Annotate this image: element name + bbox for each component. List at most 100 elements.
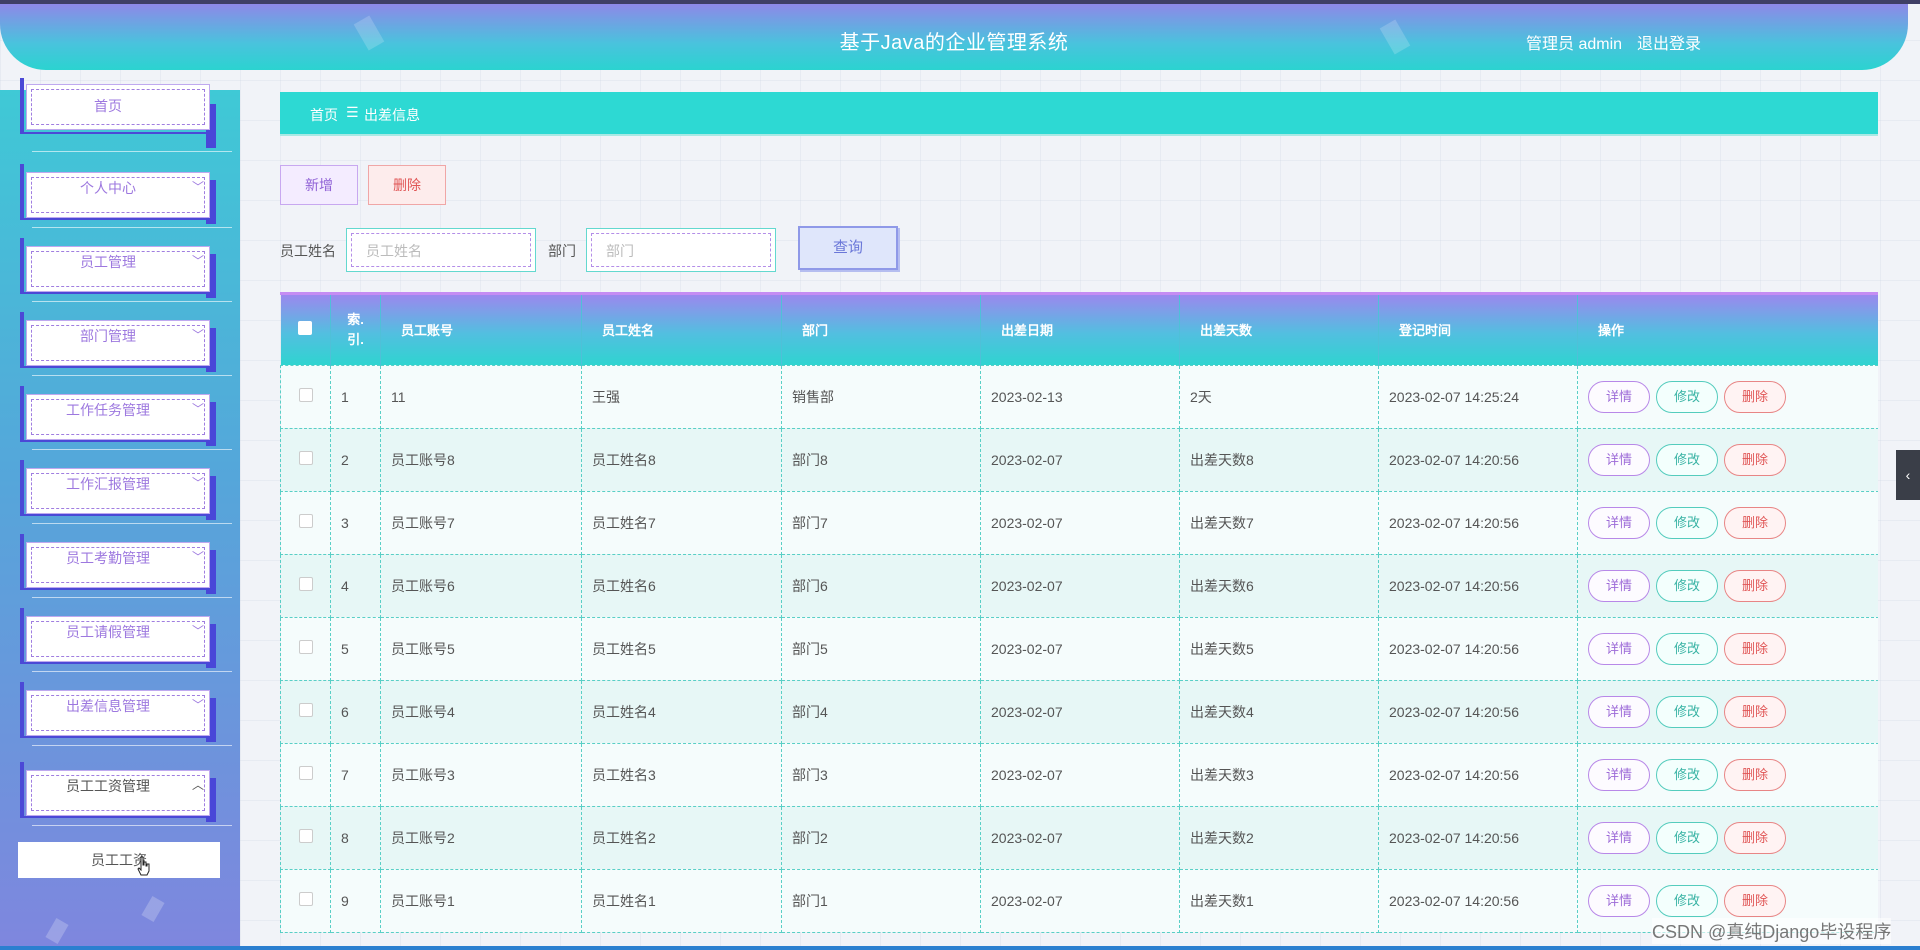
collapse-tab-icon[interactable]: ‹	[1896, 450, 1920, 500]
sidebar-item-8[interactable]: 出差信息管理 ﹀	[20, 682, 232, 746]
chevron-icon: ﹀	[191, 698, 204, 712]
detail-button[interactable]: 详情	[1588, 695, 1650, 728]
sidebar-item-3[interactable]: 部门管理 ﹀	[20, 312, 232, 376]
sidebar-item-5[interactable]: 工作汇报管理 ﹀	[20, 460, 232, 524]
sidebar-item-7[interactable]: 员工请假管理 ﹀	[20, 608, 232, 672]
chevron-icon: ﹀	[191, 550, 204, 564]
row-checkbox[interactable]	[298, 577, 313, 591]
cell-name: 员工姓名2	[581, 805, 782, 870]
breadcrumb-home[interactable]: 首页	[310, 105, 338, 125]
cell-account: 员工账号5	[380, 616, 582, 681]
cell-dept: 部门3	[781, 742, 981, 807]
row-checkbox[interactable]	[298, 451, 313, 465]
add-button[interactable]: 新增	[280, 165, 358, 205]
column-header-index-line2: 引.	[347, 331, 364, 347]
sidebar-item-label: 部门管理	[80, 328, 136, 344]
row-delete-button[interactable]: 删除	[1724, 380, 1786, 413]
table-row: 9 员工账号1 员工姓名1 部门1 2023-02-07 出差天数1 2023-02-07 …	[280, 868, 1878, 933]
edit-button[interactable]: 修改	[1656, 695, 1718, 728]
chevron-icon: ﹀	[191, 624, 204, 638]
row-delete-button[interactable]: 删除	[1724, 695, 1786, 728]
row-checkbox[interactable]	[298, 388, 313, 402]
menu-connector	[32, 301, 232, 302]
row-delete-button[interactable]: 删除	[1724, 506, 1786, 539]
sidebar-item-2[interactable]: 员工管理 ﹀	[20, 238, 232, 302]
column-header-index: 索. 引.	[330, 295, 381, 365]
row-select-cell	[280, 616, 331, 681]
edit-button[interactable]: 修改	[1656, 632, 1718, 665]
cell-actions: 详情 修改 删除	[1577, 427, 1878, 492]
select-all-checkbox[interactable]	[298, 321, 313, 336]
menu-connector	[32, 671, 232, 672]
row-checkbox[interactable]	[298, 892, 313, 906]
cell-time: 2023-02-07 14:20:56	[1378, 805, 1578, 870]
cell-time: 2023-02-07 14:20:56	[1378, 490, 1578, 555]
row-checkbox[interactable]	[298, 829, 313, 843]
edit-button[interactable]: 修改	[1656, 884, 1718, 917]
dept-search-placeholder[interactable]: 部门	[591, 233, 771, 267]
row-checkbox[interactable]	[298, 514, 313, 528]
sidebar-item-0[interactable]: 首页	[20, 78, 232, 152]
name-search-placeholder[interactable]: 员工姓名	[351, 233, 531, 267]
cell-account: 员工账号8	[380, 427, 582, 492]
cell-name: 员工姓名6	[581, 553, 782, 618]
cell-account: 员工账号1	[380, 868, 582, 933]
row-select-cell	[280, 742, 331, 807]
cell-dept: 部门5	[781, 616, 981, 681]
name-search-label: 员工姓名	[280, 243, 336, 259]
edit-button[interactable]: 修改	[1656, 569, 1718, 602]
menu-connector	[32, 375, 232, 376]
name-search-input[interactable]: 员工姓名	[346, 228, 536, 272]
cell-actions: 详情 修改 删除	[1577, 679, 1878, 744]
detail-button[interactable]: 详情	[1588, 569, 1650, 602]
sidebar-item-9[interactable]: 员工工资管理 ︿	[20, 762, 232, 826]
cell-index: 4	[330, 553, 381, 618]
sidebar-item-4[interactable]: 工作任务管理 ﹀	[20, 386, 232, 450]
delete-button[interactable]: 删除	[368, 165, 446, 205]
cell-time: 2023-02-07 14:20:56	[1378, 616, 1578, 681]
column-header-date: 出差日期	[980, 295, 1180, 365]
sidebar-item-label: 工作任务管理	[66, 402, 150, 418]
menu-connector	[32, 227, 232, 228]
row-delete-button[interactable]: 删除	[1724, 821, 1786, 854]
sidebar-item-6[interactable]: 员工考勤管理 ﹀	[20, 534, 232, 598]
dept-search-input[interactable]: 部门	[586, 228, 776, 272]
row-delete-button[interactable]: 删除	[1724, 569, 1786, 602]
logout-link[interactable]: 退出登录	[1637, 30, 1701, 54]
detail-button[interactable]: 详情	[1588, 884, 1650, 917]
cell-actions: 详情 修改 删除	[1577, 616, 1878, 681]
detail-button[interactable]: 详情	[1588, 380, 1650, 413]
chevron-icon: ﹀	[191, 402, 204, 416]
row-checkbox[interactable]	[298, 703, 313, 717]
cell-name: 员工姓名1	[581, 868, 782, 933]
detail-button[interactable]: 详情	[1588, 821, 1650, 854]
detail-button[interactable]: 详情	[1588, 506, 1650, 539]
cell-time: 2023-02-07 14:20:56	[1378, 553, 1578, 618]
edit-button[interactable]: 修改	[1656, 506, 1718, 539]
row-delete-button[interactable]: 删除	[1724, 758, 1786, 791]
detail-button[interactable]: 详情	[1588, 758, 1650, 791]
cell-index: 8	[330, 805, 381, 870]
detail-button[interactable]: 详情	[1588, 443, 1650, 476]
row-checkbox[interactable]	[298, 766, 313, 780]
table-row: 7 员工账号3 员工姓名3 部门3 2023-02-07 出差天数3 2023-02-07 …	[280, 742, 1878, 807]
row-delete-button[interactable]: 删除	[1724, 443, 1786, 476]
row-delete-button[interactable]: 删除	[1724, 884, 1786, 917]
table-header-row: 索. 引. 员工账号 员工姓名 部门 出差日期 出差天数 登记时间 操作	[280, 295, 1878, 365]
row-delete-button[interactable]: 删除	[1724, 632, 1786, 665]
sidebar-item-1[interactable]: 个人中心 ﹀	[20, 164, 232, 228]
cell-name: 员工姓名4	[581, 679, 782, 744]
cell-days: 出差天数6	[1179, 553, 1379, 618]
sidebar-subitem-salary[interactable]: 员工工资	[18, 842, 220, 878]
detail-button[interactable]: 详情	[1588, 632, 1650, 665]
cell-name: 员工姓名3	[581, 742, 782, 807]
edit-button[interactable]: 修改	[1656, 443, 1718, 476]
edit-button[interactable]: 修改	[1656, 380, 1718, 413]
row-checkbox[interactable]	[298, 640, 313, 654]
dept-search-label: 部门	[548, 243, 576, 259]
query-button[interactable]: 查询	[798, 226, 898, 270]
edit-button[interactable]: 修改	[1656, 821, 1718, 854]
edit-button[interactable]: 修改	[1656, 758, 1718, 791]
sidebar-item-label: 工作汇报管理	[66, 476, 150, 492]
decor-shape	[45, 917, 69, 945]
